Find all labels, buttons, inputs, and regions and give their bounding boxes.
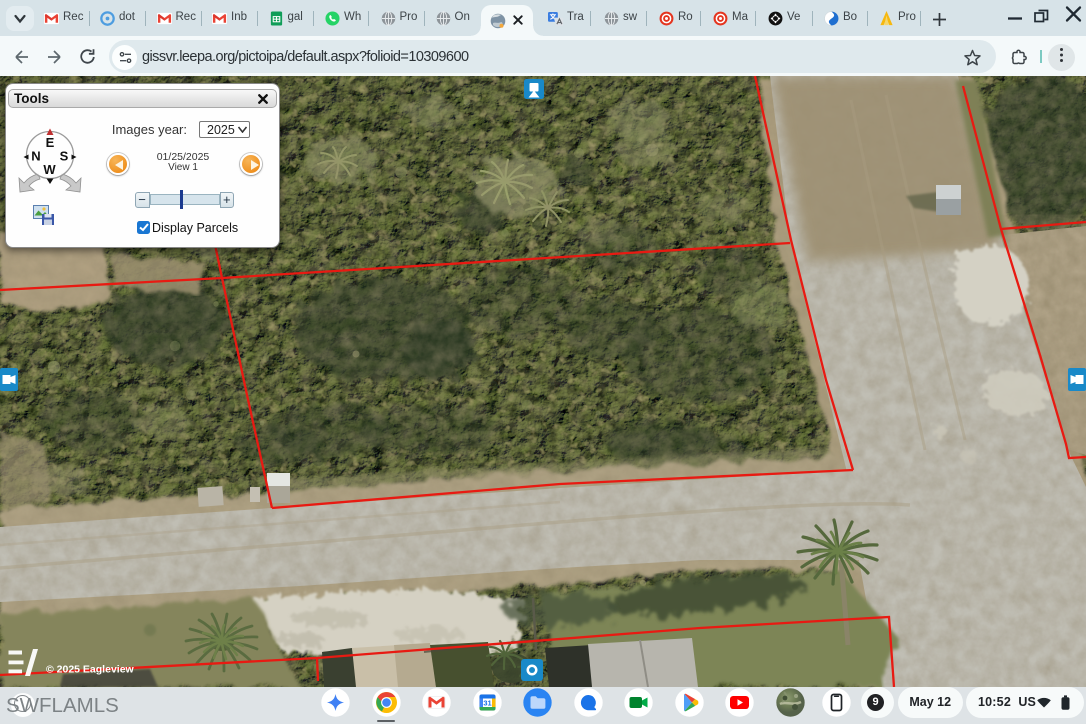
svg-text:© 2025 Eagleview: © 2025 Eagleview <box>46 664 135 676</box>
svg-text:N: N <box>31 149 40 164</box>
svg-text:E: E <box>46 135 55 150</box>
svg-text:S: S <box>60 149 69 164</box>
svg-text:31: 31 <box>483 699 491 708</box>
svg-text:W: W <box>43 162 56 177</box>
